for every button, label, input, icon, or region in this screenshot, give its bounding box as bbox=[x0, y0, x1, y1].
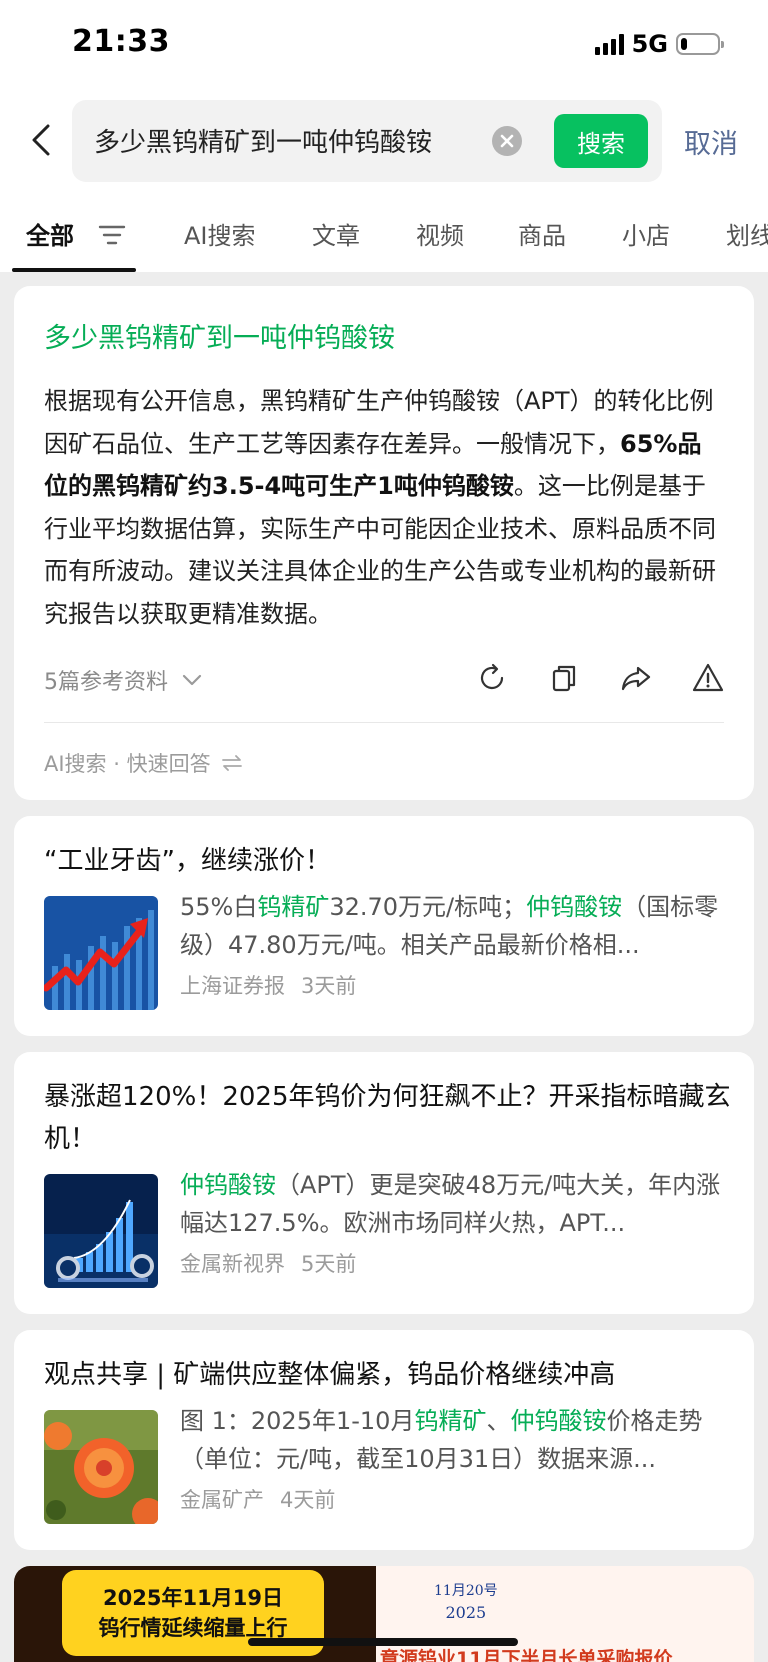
signal-icon bbox=[594, 33, 624, 55]
chevron-left-icon bbox=[32, 124, 50, 156]
news-card[interactable]: “工业牙齿”，继续涨价！ 55%白钨精矿32.70万元/标吨；仲钨酸铵（国标零级… bbox=[14, 816, 754, 1036]
news-card[interactable]: 观点共享 | 矿端供应整体偏紧，钨品价格继续冲高 图 1：2025年1-10月钨… bbox=[14, 1330, 754, 1550]
news-title[interactable]: 观点共享 | 矿端供应整体偏紧，钨品价格继续冲高 bbox=[44, 1354, 734, 1396]
banner-date-line: 2025年11月19日 bbox=[103, 1586, 283, 1610]
search-box[interactable]: 多少黑钨精矿到一吨仲钨酸铵 搜索 bbox=[72, 100, 662, 182]
news-thumbnail[interactable] bbox=[44, 896, 158, 1010]
news-time: 5天前 bbox=[301, 1252, 357, 1276]
news-snippet: 55%白钨精矿32.70万元/标吨；仲钨酸铵（国标零级）47.80万元/吨。相关… bbox=[180, 888, 728, 964]
cancel-button[interactable]: 取消 bbox=[684, 122, 738, 161]
tab-highlights[interactable]: 划线 bbox=[726, 216, 768, 251]
news-source[interactable]: 上海证券报 bbox=[180, 970, 285, 1000]
banner-card[interactable]: 2025年11月19日 钨行情延续缩量上行 11月20号 2025 章源钨业11… bbox=[14, 1566, 754, 1662]
news-thumbnail[interactable] bbox=[44, 1410, 158, 1524]
share-icon[interactable] bbox=[620, 662, 652, 694]
news-source[interactable]: 金属新视界 bbox=[180, 1248, 285, 1278]
news-thumbnail[interactable] bbox=[44, 1174, 158, 1288]
tab-products[interactable]: 商品 bbox=[518, 216, 566, 251]
tab-bar: 全部 AI搜索 文章 视频 商品 小店 划线 bbox=[0, 210, 768, 272]
news-snippet: 图 1：2025年1-10月钨精矿、仲钨酸铵价格走势（单位：元/吨，截至10月3… bbox=[180, 1402, 728, 1478]
search-input[interactable]: 多少黑钨精矿到一吨仲钨酸铵 bbox=[94, 122, 474, 159]
close-icon bbox=[500, 134, 514, 148]
ai-answer-card[interactable]: 多少黑钨精矿到一吨仲钨酸铵 根据现有公开信息，黑钨精矿生产仲钨酸铵（APT）的转… bbox=[14, 286, 754, 800]
active-tab-indicator bbox=[12, 268, 136, 272]
snippet-text: 图 1：2025年1-10月 bbox=[180, 1407, 415, 1435]
news-source[interactable]: 金属矿产 bbox=[180, 1484, 264, 1514]
tab-videos[interactable]: 视频 bbox=[416, 216, 464, 251]
ai-footer[interactable]: AI搜索 · 快速回答 bbox=[44, 748, 243, 778]
banner-image-left: 2025年11月19日 钨行情延续缩量上行 bbox=[14, 1566, 376, 1662]
refresh-icon[interactable] bbox=[476, 662, 508, 694]
news-meta: 金属新视界 5天前 bbox=[180, 1248, 356, 1278]
news-title[interactable]: 暴涨超120%！2025年钨价为何狂飙不止？开采指标暗藏玄机！ bbox=[44, 1076, 734, 1160]
banner-image-right: 11月20号 2025 章源钨业11月下半月长单采购报价 bbox=[376, 1566, 754, 1662]
battery-icon bbox=[676, 33, 724, 55]
chevron-down-icon bbox=[182, 674, 202, 686]
news-meta: 金属矿产 4天前 bbox=[180, 1484, 335, 1514]
ai-answer-title[interactable]: 多少黑钨精矿到一吨仲钨酸铵 bbox=[44, 316, 395, 355]
ai-body-part1: 根据现有公开信息，黑钨精矿生产仲钨酸铵（APT）的转化比例因矿石品位、生产工艺等… bbox=[44, 387, 714, 458]
copy-icon[interactable] bbox=[548, 662, 580, 694]
search-button[interactable]: 搜索 bbox=[554, 114, 648, 168]
clear-search-button[interactable] bbox=[492, 126, 522, 156]
snippet-highlight: 仲钨酸铵 bbox=[526, 893, 623, 921]
banner-date: 11月20号 2025 bbox=[434, 1580, 498, 1624]
snippet-text: 55%白 bbox=[180, 893, 258, 921]
news-snippet: 仲钨酸铵（APT）更是突破48万元/吨大关，年内涨幅达127.5%。欧洲市场同样… bbox=[180, 1166, 728, 1242]
report-icon[interactable] bbox=[692, 662, 724, 694]
status-time: 21:33 bbox=[72, 24, 170, 59]
news-meta: 上海证券报 3天前 bbox=[180, 970, 356, 1000]
snippet-highlight: 钨精矿 bbox=[414, 1407, 487, 1435]
snippet-text: 32.70万元/标吨； bbox=[329, 893, 527, 921]
news-title[interactable]: “工业牙齿”，继续涨价！ bbox=[44, 840, 734, 882]
status-indicators: 5G bbox=[594, 30, 724, 58]
ai-actions bbox=[476, 662, 724, 694]
home-indicator[interactable] bbox=[248, 1638, 518, 1646]
tab-shops[interactable]: 小店 bbox=[622, 216, 670, 251]
references-label: 5篇参考资料 bbox=[44, 670, 168, 695]
tab-ai-search[interactable]: AI搜索 bbox=[184, 216, 256, 251]
back-button[interactable] bbox=[26, 120, 56, 160]
divider bbox=[44, 722, 724, 723]
snippet-highlight: 仲钨酸铵 bbox=[510, 1407, 607, 1435]
network-label: 5G bbox=[631, 30, 668, 58]
snippet-highlight: 仲钨酸铵 bbox=[180, 1171, 276, 1199]
news-time: 4天前 bbox=[280, 1488, 336, 1512]
news-time: 3天前 bbox=[301, 974, 357, 998]
tab-all[interactable]: 全部 bbox=[26, 216, 74, 251]
ai-footer-label: AI搜索 · 快速回答 bbox=[44, 752, 211, 776]
swap-icon bbox=[221, 755, 242, 771]
ai-answer-body: 根据现有公开信息，黑钨精矿生产仲钨酸铵（APT）的转化比例因矿石品位、生产工艺等… bbox=[44, 380, 724, 635]
banner-caption: 章源钨业11月下半月长单采购报价 bbox=[380, 1648, 673, 1662]
banner-year: 2025 bbox=[445, 1603, 487, 1622]
references-toggle[interactable]: 5篇参考资料 bbox=[44, 664, 202, 696]
filter-icon[interactable] bbox=[98, 224, 126, 246]
tab-articles[interactable]: 文章 bbox=[312, 216, 360, 251]
snippet-highlight: 钨精矿 bbox=[257, 893, 330, 921]
snippet-text: 、 bbox=[486, 1407, 511, 1435]
banner-day: 11月20号 bbox=[434, 1583, 498, 1599]
news-card[interactable]: 暴涨超120%！2025年钨价为何狂飙不止？开采指标暗藏玄机！ 仲钨酸铵（APT… bbox=[14, 1052, 754, 1314]
